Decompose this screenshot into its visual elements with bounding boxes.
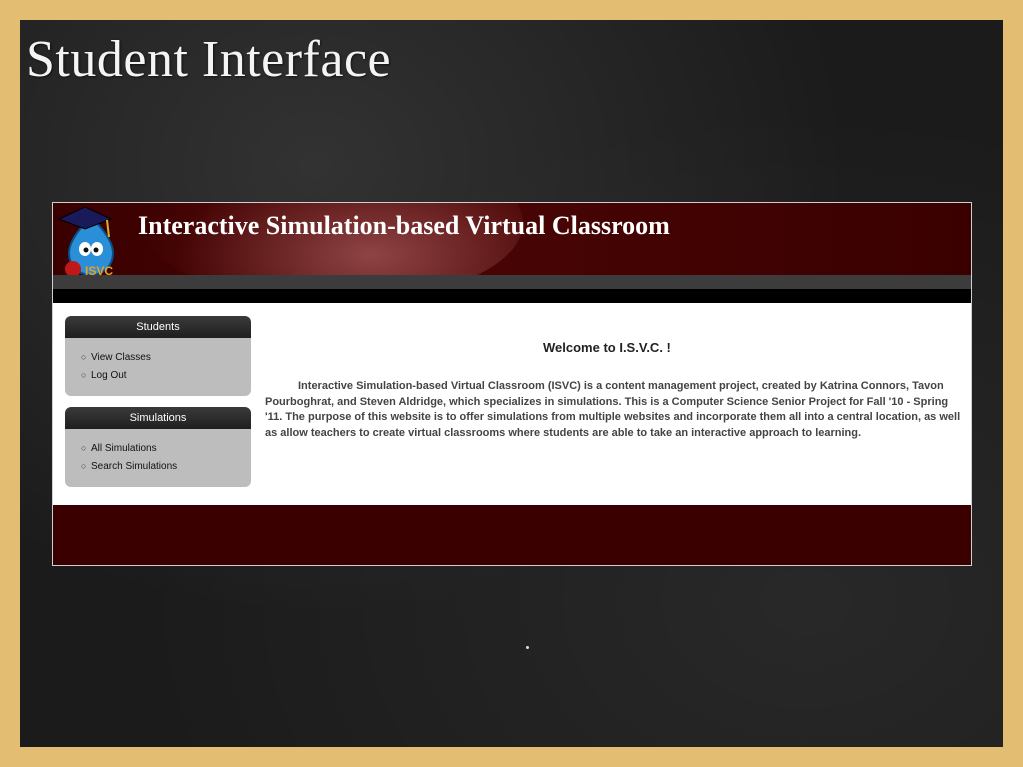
site-footer: [53, 505, 971, 565]
menu-item-label[interactable]: Search Simulations: [91, 461, 177, 472]
circle-bullet-icon: ○: [81, 352, 87, 362]
menu-item-log-out[interactable]: ○ Log Out: [81, 366, 251, 384]
website-screenshot: ISVC Interactive Simulation-based Virtua…: [52, 202, 972, 566]
logo-text: ISVC: [85, 264, 113, 275]
simulations-box: Simulations ○ All Simulations ○ Search Sim…: [65, 407, 251, 487]
simulations-menu: ○ All Simulations ○ Search Simulations: [65, 429, 251, 481]
menu-item-all-simulations[interactable]: ○ All Simulations: [81, 439, 251, 457]
students-box: Students ○ View Classes ○ Log Out: [65, 316, 251, 396]
circle-bullet-icon: ○: [81, 461, 87, 471]
welcome-heading: Welcome to I.S.V.C. !: [543, 340, 671, 355]
menu-item-label[interactable]: View Classes: [91, 352, 151, 363]
intro-paragraph: Interactive Simulation-based Virtual Cla…: [265, 380, 961, 439]
simulations-heading: Simulations: [65, 407, 251, 429]
menu-item-label[interactable]: Log Out: [91, 370, 127, 381]
menu-item-label[interactable]: All Simulations: [91, 443, 157, 454]
nav-strip: [53, 275, 971, 289]
students-heading: Students: [65, 316, 251, 338]
students-menu: ○ View Classes ○ Log Out: [65, 338, 251, 390]
menu-item-search-simulations[interactable]: ○ Search Simulations: [81, 457, 251, 475]
menu-item-view-classes[interactable]: ○ View Classes: [81, 348, 251, 366]
chalkboard-background: Student Interface ISVC Interactive Simul…: [20, 20, 1003, 747]
nav-strip-dark: [53, 289, 971, 303]
chalk-speck: [526, 646, 529, 649]
site-header: ISVC Interactive Simulation-based Virtua…: [53, 203, 971, 275]
circle-bullet-icon: ○: [81, 443, 87, 453]
circle-bullet-icon: ○: [81, 370, 87, 380]
isvc-logo-icon[interactable]: ISVC: [55, 203, 125, 275]
slide-title: Student Interface: [26, 31, 392, 88]
site-title: Interactive Simulation-based Virtual Cla…: [138, 211, 670, 240]
